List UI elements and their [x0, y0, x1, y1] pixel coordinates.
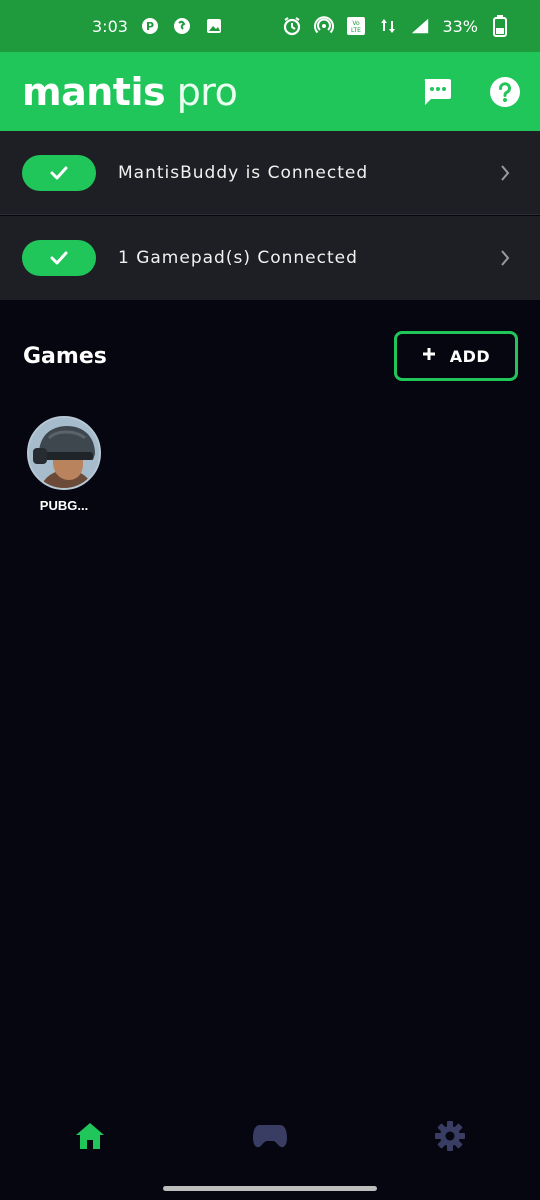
- chevron-right-icon: [498, 248, 512, 268]
- alarm-icon: [282, 16, 302, 36]
- gallery-icon: [204, 16, 224, 36]
- mantisbuddy-connection-label: MantisBuddy is Connected: [118, 162, 369, 183]
- svg-text:LTE: LTE: [351, 27, 361, 34]
- volte-icon: Vo LTE: [346, 16, 366, 36]
- gamepad-icon: [253, 1125, 287, 1148]
- nav-home[interactable]: [60, 1106, 120, 1166]
- games-header: Games ADD: [0, 330, 540, 382]
- app-logo: mantis pro: [22, 69, 238, 114]
- home-icon: [76, 1123, 104, 1149]
- status-left-group: 3:03 P: [92, 16, 224, 36]
- hotspot-icon: [314, 16, 335, 36]
- signal-icon: [410, 16, 430, 36]
- notification-p-icon: P: [140, 16, 160, 36]
- status-right-group: Vo LTE 33%: [282, 15, 510, 37]
- shazam-icon: [172, 16, 192, 36]
- gamepad-connection-row[interactable]: 1 Gamepad(s) Connected: [0, 216, 540, 300]
- nav-settings[interactable]: [420, 1106, 480, 1166]
- battery-percent: 33%: [442, 16, 478, 36]
- check-icon: [50, 166, 68, 179]
- home-gesture-bar[interactable]: [163, 1186, 377, 1191]
- add-game-label: ADD: [449, 346, 491, 366]
- battery-icon: [490, 15, 510, 37]
- chevron-right-icon: [498, 163, 512, 183]
- check-icon: [50, 251, 68, 265]
- bottom-navigation: [0, 1096, 540, 1176]
- brand-name-light: pro: [165, 69, 238, 114]
- game-tile[interactable]: PUBG...: [26, 416, 102, 513]
- add-game-button[interactable]: ADD: [394, 331, 518, 381]
- game-avatar-image: [27, 416, 101, 490]
- status-bar: 3:03 P Vo LTE 33%: [0, 0, 540, 52]
- gamepad-connection-label: 1 Gamepad(s) Connected: [118, 248, 358, 268]
- settings-icon: [435, 1121, 465, 1151]
- app-actions: [420, 75, 522, 109]
- help-icon[interactable]: [488, 75, 522, 109]
- data-arrows-icon: [378, 16, 398, 36]
- games-section-title: Games: [23, 343, 107, 369]
- status-time: 3:03: [92, 16, 128, 36]
- connected-status-pill: [22, 240, 96, 276]
- brand-name-bold: mantis: [22, 69, 166, 114]
- nav-games[interactable]: [240, 1106, 300, 1166]
- svg-text:Vo: Vo: [353, 20, 361, 27]
- game-name: PUBG...: [39, 498, 89, 513]
- chat-icon[interactable]: [420, 75, 454, 109]
- app-bar: mantis pro: [0, 52, 540, 131]
- mantisbuddy-connection-row[interactable]: MantisBuddy is Connected: [0, 131, 540, 215]
- svg-text:P: P: [146, 20, 154, 33]
- plus-icon: [422, 347, 436, 366]
- connected-status-pill: [22, 154, 96, 191]
